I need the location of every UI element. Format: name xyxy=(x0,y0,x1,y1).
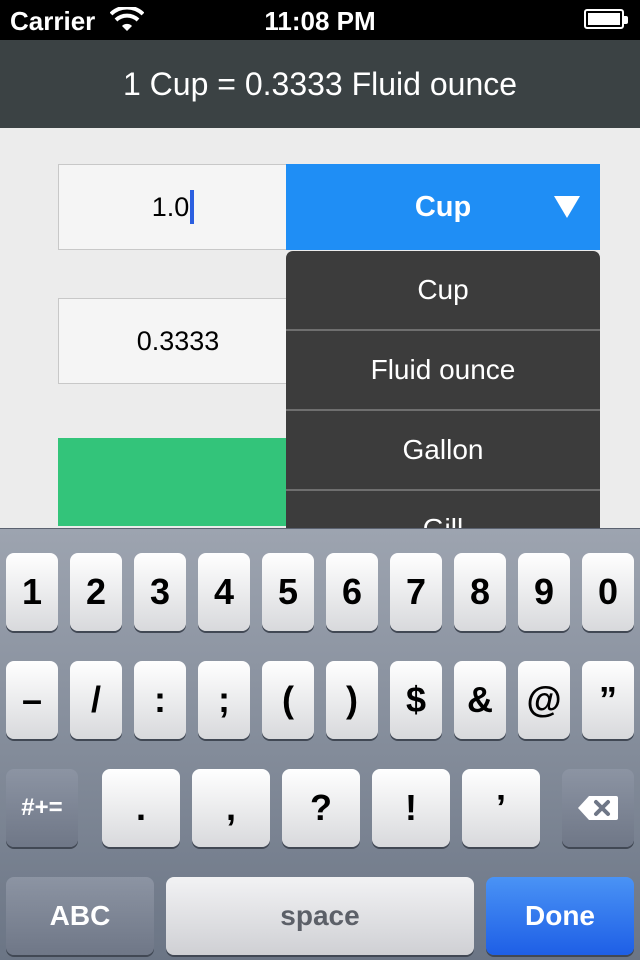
key-apostrophe[interactable]: ’ xyxy=(462,769,540,847)
output-value: 0.3333 xyxy=(136,325,220,356)
key-1[interactable]: 1 xyxy=(6,553,58,631)
key-label: 2 xyxy=(85,571,107,612)
done-button[interactable]: Done xyxy=(486,877,634,955)
key-exclamation[interactable]: ! xyxy=(372,769,450,847)
key-label: 1 xyxy=(21,571,43,612)
key-label: ; xyxy=(218,679,230,720)
dropdown-item-gallon[interactable]: Gallon xyxy=(286,411,600,491)
dropdown-item-label: Cup xyxy=(417,274,469,305)
key-label: 7 xyxy=(405,571,427,612)
dropdown-item-label: Fluid ounce xyxy=(370,354,516,385)
key-open-paren[interactable]: ( xyxy=(262,661,314,739)
key-slash[interactable]: / xyxy=(70,661,122,739)
key-dash[interactable]: – xyxy=(6,661,58,739)
dropdown-item-label: Gallon xyxy=(402,434,484,465)
key-4[interactable]: 4 xyxy=(198,553,250,631)
key-label: space xyxy=(280,900,360,931)
key-colon[interactable]: : xyxy=(134,661,186,739)
key-label: . xyxy=(135,787,146,828)
key-label: ABC xyxy=(49,900,111,931)
key-label: #+= xyxy=(21,794,63,821)
key-label: 5 xyxy=(277,571,299,612)
key-label: : xyxy=(154,679,166,720)
key-label: @ xyxy=(526,679,562,720)
key-6[interactable]: 6 xyxy=(326,553,378,631)
selected-unit-label: Cup xyxy=(414,190,472,223)
key-label: 6 xyxy=(341,571,363,612)
key-label: / xyxy=(90,679,101,720)
key-9[interactable]: 9 xyxy=(518,553,570,631)
text-caret xyxy=(190,190,195,224)
key-label: $ xyxy=(405,679,427,720)
key-label: ’ xyxy=(495,787,506,828)
dropdown-item-gill[interactable]: Gill xyxy=(286,491,600,531)
key-0[interactable]: 0 xyxy=(582,553,634,631)
key-label: & xyxy=(467,679,493,720)
key-question[interactable]: ? xyxy=(282,769,360,847)
key-label: ! xyxy=(405,787,417,828)
conversion-title: 1 Cup = 0.3333 Fluid ounce xyxy=(122,65,518,102)
key-label: ” xyxy=(599,679,617,720)
abc-button[interactable]: ABC xyxy=(6,877,154,955)
key-label: ) xyxy=(346,679,358,720)
key-period[interactable]: . xyxy=(102,769,180,847)
key-dollar[interactable]: $ xyxy=(390,661,442,739)
key-label: ? xyxy=(310,787,332,828)
space-bar[interactable]: space xyxy=(166,877,474,955)
backspace-icon xyxy=(578,796,618,820)
dropdown-item-cup[interactable]: Cup xyxy=(286,251,600,331)
input-value-field[interactable]: 1.0 xyxy=(58,164,288,250)
key-at[interactable]: @ xyxy=(518,661,570,739)
battery-icon xyxy=(584,9,628,29)
key-more-symbols[interactable]: #+= xyxy=(6,769,78,847)
input-value: 1.0 xyxy=(151,191,190,222)
key-label: 9 xyxy=(533,571,555,612)
key-2[interactable]: 2 xyxy=(70,553,122,631)
key-close-paren[interactable]: ) xyxy=(326,661,378,739)
key-3[interactable]: 3 xyxy=(134,553,186,631)
key-ampersand[interactable]: & xyxy=(454,661,506,739)
status-bar: Carrier 11:08 PM xyxy=(0,0,640,40)
key-quote[interactable]: ” xyxy=(582,661,634,739)
conversion-header: 1 Cup = 0.3333 Fluid ounce xyxy=(0,40,640,128)
key-label: Done xyxy=(525,900,595,931)
key-label: 4 xyxy=(213,571,235,612)
key-label: , xyxy=(225,787,236,828)
triangle-down-icon xyxy=(554,196,580,218)
key-label: – xyxy=(21,679,43,720)
unit-selector[interactable]: Cup xyxy=(286,164,600,250)
key-8[interactable]: 8 xyxy=(454,553,506,631)
key-label: ( xyxy=(282,679,294,720)
key-label: 3 xyxy=(149,571,171,612)
key-label: 0 xyxy=(597,571,619,612)
dropdown-item-fluid-ounce[interactable]: Fluid ounce xyxy=(286,331,600,411)
unit-dropdown-list: Cup Fluid ounce Gallon Gill xyxy=(286,251,600,531)
key-semicolon[interactable]: ; xyxy=(198,661,250,739)
numeric-keyboard: 1 2 3 4 5 6 7 8 9 0 – / : ; ( ) $ & @ ” … xyxy=(0,528,640,960)
status-time: 11:08 PM xyxy=(264,6,376,36)
convert-button[interactable] xyxy=(58,438,298,526)
key-comma[interactable]: , xyxy=(192,769,270,847)
output-value-field[interactable]: 0.3333 xyxy=(58,298,298,384)
key-7[interactable]: 7 xyxy=(390,553,442,631)
key-5[interactable]: 5 xyxy=(262,553,314,631)
key-label: 8 xyxy=(469,571,491,612)
delete-button[interactable] xyxy=(562,769,634,847)
